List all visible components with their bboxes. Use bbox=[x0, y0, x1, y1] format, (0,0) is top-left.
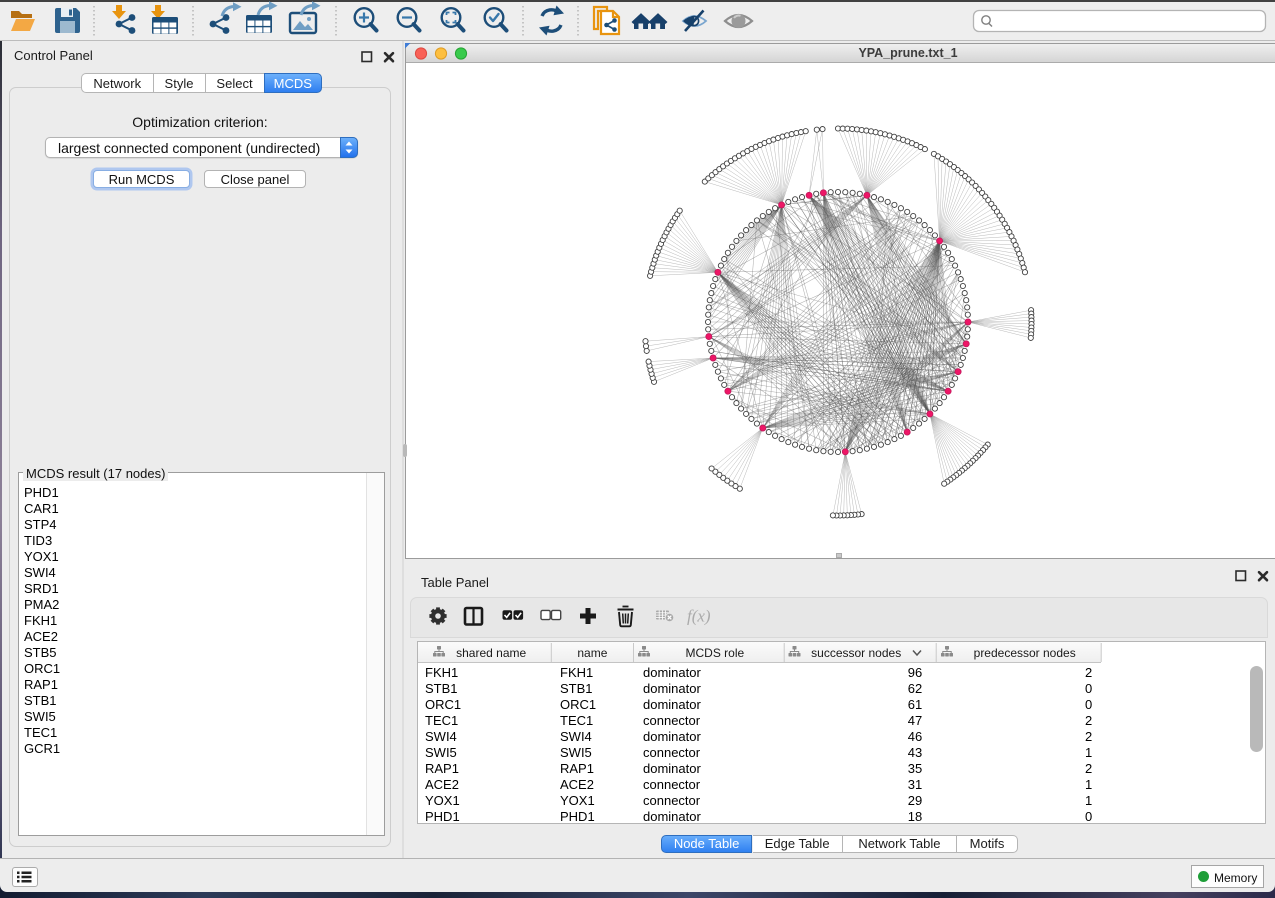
svg-text:f(x): f(x) bbox=[687, 607, 711, 626]
